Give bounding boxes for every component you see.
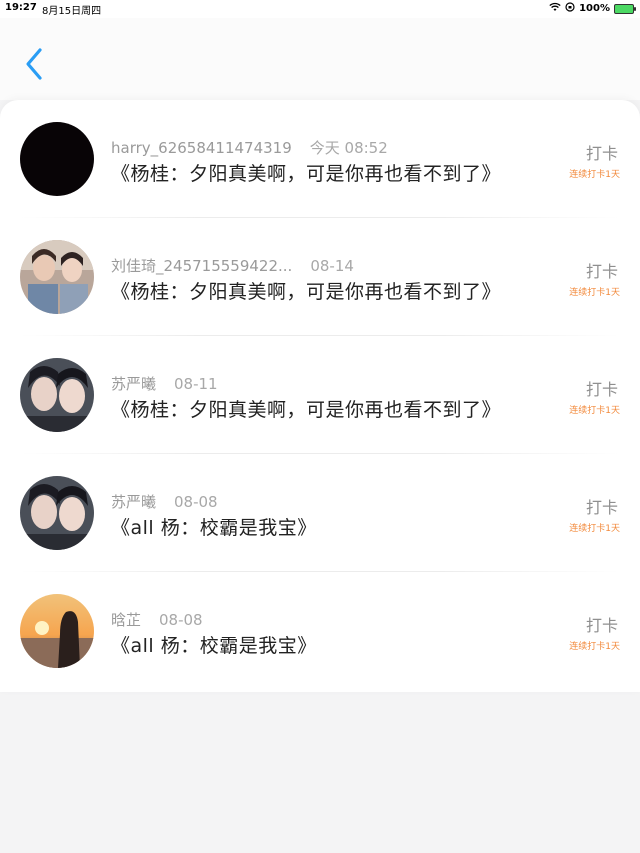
checkin-list: harry_62658411474319 今天 08:52 《杨桂：夕阳真美啊，可…: [0, 100, 640, 692]
nav-bar: [0, 18, 640, 100]
avatar[interactable]: [20, 122, 94, 196]
book-title[interactable]: 《杨桂：夕阳真美啊，可是你再也看不到了》: [111, 159, 501, 186]
avatar[interactable]: [20, 476, 94, 550]
checkin-label: 打卡: [585, 262, 618, 281]
wifi-icon: [549, 2, 561, 15]
post-time: 08-11: [174, 375, 218, 393]
post-time: 今天 08:52: [309, 139, 388, 157]
back-button[interactable]: [20, 46, 50, 82]
streak-label: 连续打卡1天: [569, 642, 620, 652]
orientation-lock-icon: [565, 2, 575, 15]
checkin-label: 打卡: [585, 144, 618, 163]
streak-label: 连续打卡1天: [569, 170, 620, 180]
item-meta: 晗芷 08-08: [111, 609, 203, 630]
post-time: 08-14: [310, 257, 354, 275]
avatar[interactable]: [20, 594, 94, 668]
username[interactable]: 刘佳琦_245715559422...: [111, 255, 292, 276]
streak-label: 连续打卡1天: [569, 406, 620, 416]
status-time: 19:27: [5, 2, 37, 13]
checkin-label: 打卡: [585, 616, 618, 635]
book-title[interactable]: 《杨桂：夕阳真美啊，可是你再也看不到了》: [111, 395, 501, 422]
book-title[interactable]: 《杨桂：夕阳真美啊，可是你再也看不到了》: [111, 277, 501, 304]
list-item[interactable]: 晗芷 08-08 《all 杨：校霸是我宝》 打卡 连续打卡1天: [0, 572, 640, 690]
username[interactable]: 苏严曦: [111, 491, 156, 512]
checkin-label: 打卡: [585, 498, 618, 517]
streak-label: 连续打卡1天: [569, 524, 620, 534]
username[interactable]: 晗芷: [111, 609, 141, 630]
list-item[interactable]: 刘佳琦_245715559422... 08-14 《杨桂：夕阳真美啊，可是你再也…: [0, 218, 640, 336]
status-date: 8月15日周四: [42, 6, 102, 17]
username[interactable]: 苏严曦: [111, 373, 156, 394]
list-item[interactable]: 苏严曦 08-08 《all 杨：校霸是我宝》 打卡 连续打卡1天: [0, 454, 640, 572]
list-item[interactable]: 苏严曦 08-11 《杨桂：夕阳真美啊，可是你再也看不到了》 打卡 连续打卡1天: [0, 336, 640, 454]
book-title[interactable]: 《all 杨：校霸是我宝》: [111, 513, 317, 540]
item-meta: 苏严曦 08-08: [111, 491, 218, 512]
post-time: 08-08: [159, 611, 203, 629]
battery-icon: [614, 3, 636, 14]
avatar[interactable]: [20, 358, 94, 432]
item-meta: 刘佳琦_245715559422... 08-14: [111, 255, 354, 276]
item-meta: harry_62658411474319 今天 08:52: [111, 137, 388, 158]
post-time: 08-08: [174, 493, 218, 511]
book-title[interactable]: 《all 杨：校霸是我宝》: [111, 631, 317, 658]
streak-label: 连续打卡1天: [569, 288, 620, 298]
chevron-left-icon: [26, 48, 42, 80]
battery-percent: 100%: [579, 3, 610, 14]
item-meta: 苏严曦 08-11: [111, 373, 218, 394]
list-item[interactable]: harry_62658411474319 今天 08:52 《杨桂：夕阳真美啊，可…: [0, 100, 640, 218]
avatar[interactable]: [20, 240, 94, 314]
status-bar: 19:27 8月15日周四 100%: [0, 0, 640, 18]
status-icons: 100%: [549, 2, 636, 15]
checkin-label: 打卡: [585, 380, 618, 399]
username[interactable]: harry_62658411474319: [111, 139, 292, 157]
